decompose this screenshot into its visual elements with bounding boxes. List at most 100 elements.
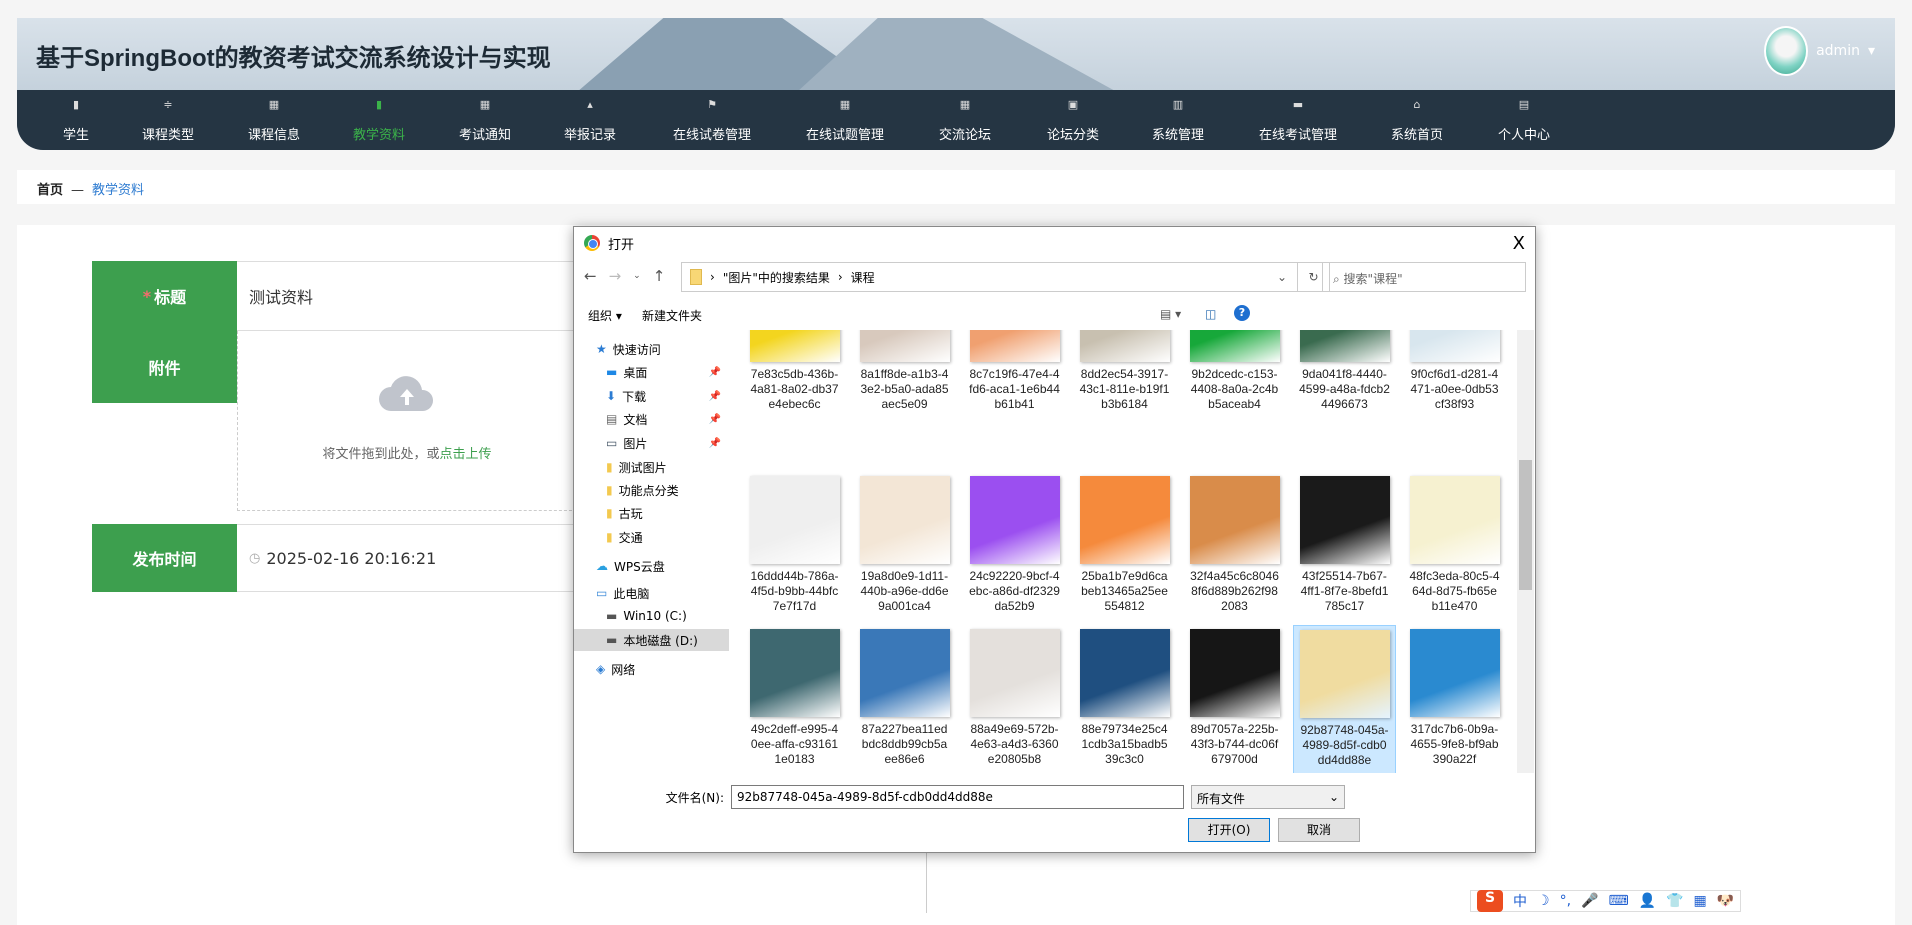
nav-pane-item[interactable]: ▮ 古玩 — [574, 502, 729, 524]
file-item[interactable]: 48fc3eda-80c5-464d-8d75-fb65eb11e470 — [1403, 472, 1506, 625]
file-item[interactable]: 92b87748-045a-4989-8d5f-cdb0dd4dd88e — [1293, 625, 1396, 773]
ime-tool-icon[interactable]: ▦ — [1694, 893, 1707, 909]
user-menu[interactable]: admin ▾ — [1764, 26, 1875, 76]
image-thumbnail — [859, 476, 950, 564]
file-item[interactable]: 7e83c5db-436b-4a81-8a02-db37e4ebec6c — [743, 330, 846, 423]
organize-button[interactable]: 组织 ▾ — [588, 307, 622, 324]
filename-input[interactable]: 92b87748-045a-4989-8d5f-cdb0dd4dd88e — [731, 785, 1184, 809]
upload-link[interactable]: 点击上传 — [440, 447, 492, 462]
nav-item[interactable]: ▴ 举报记录 — [535, 90, 645, 150]
ime-tool-icon[interactable]: 🐶 — [1717, 893, 1734, 909]
up-arrow-icon[interactable]: ↑ — [653, 267, 666, 285]
help-icon[interactable]: ? — [1234, 305, 1250, 321]
nav-item[interactable]: ⌂ 系统首页 — [1362, 90, 1472, 150]
path-segment[interactable]: 课程 — [851, 269, 875, 286]
nav-item[interactable]: ▤ 个人中心 — [1469, 90, 1579, 150]
nav-pane-item[interactable]: ▭ 图片 📌 — [574, 432, 729, 454]
sogou-logo-icon[interactable]: S — [1477, 890, 1503, 912]
file-item[interactable]: 19a8d0e9-1d11-440b-a96e-dd6e9a001ca4 — [853, 472, 956, 625]
recent-chevron-icon[interactable]: ⌄ — [633, 271, 641, 285]
dialog-titlebar[interactable]: 打开 — [574, 227, 1535, 259]
nav-pane-item[interactable]: ▮ 交通 — [574, 526, 729, 548]
avatar[interactable] — [1764, 26, 1809, 76]
nav-item[interactable]: ⚑ 在线试卷管理 — [657, 90, 767, 150]
close-button[interactable]: X — [1513, 233, 1525, 254]
file-item[interactable]: 89d7057a-225b-43f3-b744-dc06f679700d — [1183, 625, 1286, 773]
file-item[interactable]: 43f25514-7b67-4ff1-8f7e-8befd1785c17 — [1293, 472, 1396, 625]
nav-label: 个人中心 — [1497, 128, 1550, 143]
nav-item[interactable]: ▮ 教学资料 — [324, 90, 434, 150]
title-input[interactable]: 测试资料 — [237, 261, 577, 331]
nav-item[interactable]: ▥ 系统管理 — [1123, 90, 1233, 150]
scrollbar[interactable] — [1517, 330, 1534, 773]
desktop-icon: ▬ — [606, 365, 618, 379]
file-item[interactable]: 8c7c19f6-47e4-4fd6-aca1-1e6b44b61b41 — [963, 330, 1066, 423]
file-item[interactable]: 16ddd44b-786a-4f5d-b9bb-44bfc7e7f17d — [743, 472, 846, 625]
ime-tool-icon[interactable]: ☽ — [1537, 893, 1550, 909]
path-segment[interactable]: "图片"中的搜索结果 — [723, 269, 830, 286]
new-folder-button[interactable]: 新建文件夹 — [642, 307, 702, 324]
image-thumbnail — [1079, 476, 1170, 564]
nav-pane-item[interactable]: ◈ 网络 — [574, 658, 729, 680]
cancel-button[interactable]: 取消 — [1278, 818, 1360, 842]
drive-icon: ▬ — [606, 633, 618, 647]
ime-tool-icon[interactable]: °, — [1560, 893, 1571, 909]
address-bar[interactable]: › "图片"中的搜索结果 › 课程 ⌄ — [681, 262, 1298, 292]
file-item[interactable]: 87a227bea11edbdc8ddb99cb5aee86e6 — [853, 625, 956, 773]
file-item[interactable]: 24c92220-9bcf-4ebc-a86d-df2329da52b9 — [963, 472, 1066, 625]
filetype-select[interactable]: 所有文件 ⌄ — [1191, 785, 1345, 809]
forward-arrow-icon[interactable]: → — [609, 267, 622, 285]
file-item[interactable]: 49c2deff-e995-40ee-affa-c931611e0183 — [743, 625, 846, 773]
file-item[interactable]: 88a49e69-572b-4e63-a4d3-6360e20805b8 — [963, 625, 1066, 773]
attachment-label-text: 附件 — [148, 359, 181, 378]
file-item[interactable]: 25ba1b7e9d6cabeb13465a25ee554812 — [1073, 472, 1176, 625]
title-value[interactable]: 测试资料 — [249, 284, 313, 308]
file-item[interactable]: 9b2dcedc-c153-4408-8a0a-2c4bb5aceab4 — [1183, 330, 1286, 423]
publish-time-value[interactable]: 2025-02-16 20:16:21 — [266, 549, 436, 568]
nav-pane-item[interactable]: ▭ 此电脑 — [574, 582, 729, 604]
file-item[interactable]: 8a1ff8de-a1b3-43e2-b5a0-ada85aec5e09 — [853, 330, 956, 423]
nav-pane-item[interactable]: ★ 快速访问 — [574, 338, 729, 360]
publish-time-input[interactable]: ◷ 2025-02-16 20:16:21 — [237, 524, 577, 592]
nav-item[interactable]: ≑ 课程类型 — [113, 90, 223, 150]
nav-pane-item[interactable]: ▮ 功能点分类 — [574, 479, 729, 501]
file-item[interactable]: 88e79734e25c41cdb3a15badb539c3c0 — [1073, 625, 1176, 773]
nav-pane-item[interactable]: ▬ Win10 (C:) — [574, 605, 729, 627]
file-item[interactable]: 9f0cf6d1-d281-4471-a0ee-0db53cf38f93 — [1403, 330, 1506, 423]
nav-pane-item[interactable]: ▬ 桌面 📌 — [574, 361, 729, 383]
ime-tool-icon[interactable]: 🎤 — [1581, 893, 1598, 909]
image-thumbnail — [969, 330, 1060, 362]
username[interactable]: admin — [1816, 43, 1860, 59]
upload-dropzone[interactable]: 将文件拖到此处，或点击上传 — [237, 331, 577, 511]
ime-tool-icon[interactable]: 中 — [1513, 891, 1527, 911]
nav-pane-item[interactable]: ▬ 本地磁盘 (D:) — [574, 629, 729, 651]
nav-pane-item[interactable]: ☁ WPS云盘 — [574, 555, 729, 577]
nav-item[interactable]: ▦ 在线试题管理 — [790, 90, 900, 150]
nav-pane-item[interactable]: ▤ 文档 📌 — [574, 408, 729, 430]
file-item[interactable]: 317dc7b6-0b9a-4655-9fe8-bf9ab390a22f — [1403, 625, 1506, 773]
nav-item[interactable]: ▣ 论坛分类 — [1018, 90, 1128, 150]
open-button[interactable]: 打开(O) — [1188, 818, 1270, 842]
nav-item[interactable]: ▬ 在线考试管理 — [1243, 90, 1353, 150]
breadcrumb-current[interactable]: 教学资料 — [92, 183, 144, 198]
chevron-down-icon[interactable]: ▾ — [1868, 43, 1875, 59]
preview-pane-icon[interactable]: ◫ — [1205, 307, 1216, 321]
ime-tool-icon[interactable]: 👕 — [1666, 893, 1683, 909]
file-item[interactable]: 32f4a45c6c80468f6d889b262f982083 — [1183, 472, 1286, 625]
nav-pane-item[interactable]: ▮ 测试图片 — [574, 456, 729, 478]
file-item[interactable]: 9da041f8-4440-4599-a48a-fdcb24496673 — [1293, 330, 1396, 423]
nav-item[interactable]: ▦ 考试通知 — [430, 90, 540, 150]
nav-item[interactable]: ▦ 课程信息 — [219, 90, 329, 150]
ime-tool-icon[interactable]: 👤 — [1639, 893, 1656, 909]
breadcrumb-home[interactable]: 首页 — [37, 183, 63, 198]
search-input[interactable]: ⌕ 搜索"课程" — [1322, 262, 1526, 292]
nav-pane-item[interactable]: ⬇ 下载 📌 — [574, 385, 729, 407]
ime-tool-icon[interactable]: ⌨ — [1608, 893, 1628, 909]
scrollbar-thumb[interactable] — [1519, 460, 1532, 590]
file-item[interactable]: 8dd2ec54-3917-43c1-811e-b19f1b3b6184 — [1073, 330, 1176, 423]
nav-item[interactable]: ▦ 交流论坛 — [910, 90, 1020, 150]
view-options-icon[interactable]: ▤ ▾ — [1160, 307, 1181, 321]
chevron-down-icon[interactable]: ⌄ — [1277, 270, 1287, 284]
nav-icon: ▴ — [587, 98, 593, 111]
back-arrow-icon[interactable]: ← — [584, 267, 597, 285]
